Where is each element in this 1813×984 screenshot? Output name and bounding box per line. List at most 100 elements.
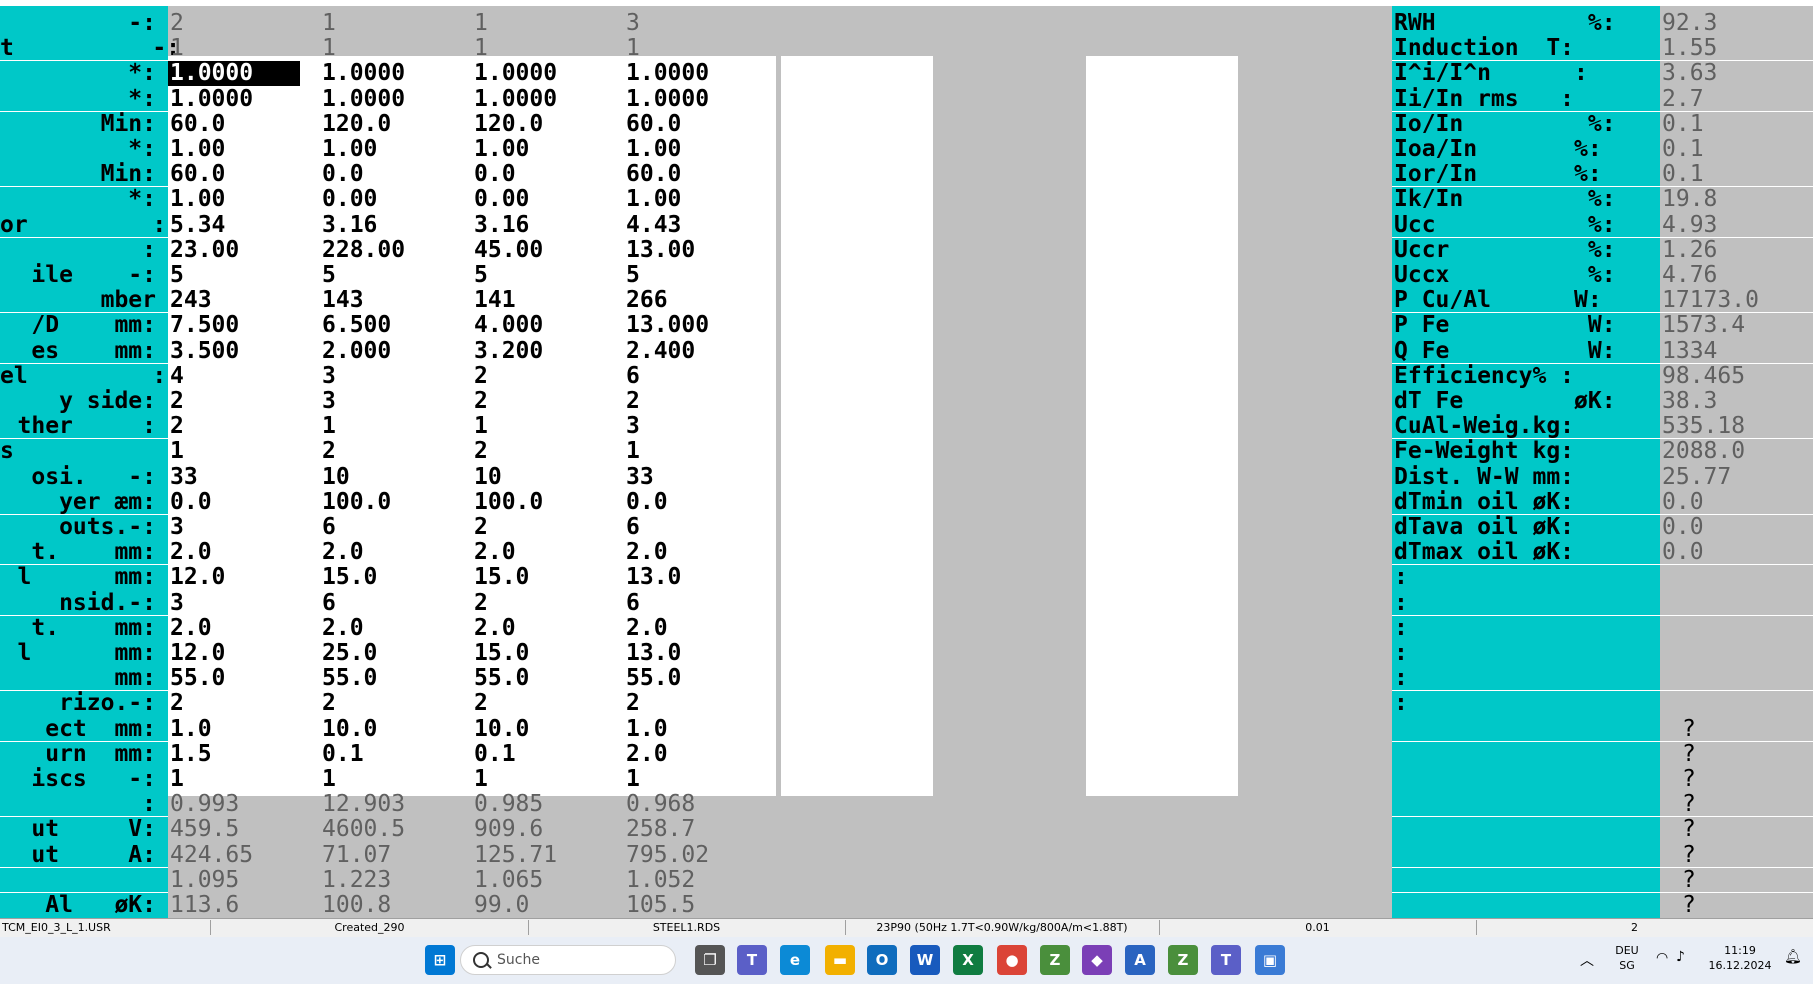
input-cell[interactable]: 60.0 — [624, 162, 776, 187]
chevron-up-icon[interactable]: ︿ — [1580, 950, 1594, 970]
input-cell[interactable]: 5 — [168, 263, 320, 288]
input-cell[interactable]: 1 — [472, 767, 624, 792]
notification-bell-icon[interactable]: 🔔︎ — [1784, 949, 1802, 965]
input-cell[interactable]: 2 — [168, 389, 320, 414]
input-cell[interactable]: 55.0 — [168, 666, 320, 691]
input-cell[interactable]: 33 — [168, 464, 320, 490]
input-cell[interactable]: 141 — [472, 288, 624, 313]
edge-icon[interactable]: e — [780, 945, 810, 975]
input-cell[interactable]: 60.0 — [168, 111, 320, 137]
input-cell[interactable]: 1.0000 — [624, 61, 776, 86]
input-cell[interactable]: 0.0 — [624, 489, 776, 515]
input-cell[interactable]: 4.43 — [624, 212, 776, 238]
input-cell[interactable]: 3.16 — [320, 212, 472, 238]
input-cell[interactable]: 2 — [168, 414, 320, 439]
input-cell[interactable]: 0.0 — [168, 489, 320, 515]
input-cell[interactable]: 2.0 — [472, 540, 624, 565]
input-cell[interactable]: 2.0 — [624, 540, 776, 565]
input-cell[interactable]: 1.0000 — [320, 86, 472, 112]
input-cell[interactable]: 0.00 — [472, 187, 624, 212]
input-cell[interactable]: 2 — [472, 691, 624, 716]
input-cell[interactable]: 25.0 — [320, 641, 472, 666]
file-explorer-icon[interactable]: ▬ — [825, 945, 855, 975]
input-cell[interactable]: 55.0 — [472, 666, 624, 691]
input-cell[interactable]: 6 — [320, 515, 472, 540]
input-cell[interactable]: 120.0 — [320, 111, 472, 137]
input-cell[interactable]: 1 — [320, 767, 472, 792]
input-cell[interactable]: 10 — [320, 464, 472, 490]
input-cell[interactable]: 0.00 — [320, 187, 472, 212]
input-cell[interactable]: 23.00 — [168, 237, 320, 263]
input-cell[interactable]: 2 — [320, 439, 472, 464]
input-cell[interactable]: 4 — [168, 363, 320, 389]
input-cell[interactable]: 2.0 — [624, 741, 776, 767]
input-cell[interactable]: 60.0 — [624, 111, 776, 137]
input-cell[interactable]: 2.0 — [320, 615, 472, 641]
input-cell[interactable]: 5 — [320, 263, 472, 288]
input-cell[interactable]: 266 — [624, 288, 776, 313]
input-cell[interactable]: 0.1 — [320, 741, 472, 767]
input-cell[interactable]: 143 — [320, 288, 472, 313]
input-cell[interactable]: 15.0 — [472, 565, 624, 590]
input-cell[interactable]: 60.0 — [168, 162, 320, 187]
input-cell[interactable]: 1.5 — [168, 741, 320, 767]
input-cell[interactable]: 6.500 — [320, 313, 472, 338]
input-cell[interactable]: 1.00 — [472, 137, 624, 162]
input-cell[interactable]: 2.0 — [320, 540, 472, 565]
windows-start-icon[interactable]: ⊞ — [425, 945, 455, 975]
input-cell[interactable]: 13.000 — [624, 313, 776, 338]
visual-studio-icon[interactable]: ◆ — [1082, 945, 1112, 975]
input-cell[interactable]: 6 — [624, 590, 776, 616]
input-cell[interactable]: 5.34 — [168, 212, 320, 238]
input-cell[interactable]: 120.0 — [472, 111, 624, 137]
input-cell[interactable]: 0.1 — [472, 741, 624, 767]
input-cell[interactable]: 3 — [168, 590, 320, 616]
input-cell[interactable]: 10.0 — [472, 716, 624, 742]
input-cell[interactable]: 4.000 — [472, 313, 624, 338]
input-cell[interactable]: 5 — [624, 263, 776, 288]
input-cell[interactable]: 15.0 — [472, 641, 624, 666]
input-cell[interactable]: 2 — [472, 439, 624, 464]
lang-bottom[interactable]: SG — [1612, 959, 1642, 972]
search-box[interactable]: Suche — [460, 945, 676, 975]
teams-2-icon[interactable]: T — [1211, 945, 1241, 975]
excel-icon[interactable]: X — [953, 945, 983, 975]
input-cell[interactable]: 2 — [320, 691, 472, 716]
input-cell[interactable]: 1.0000 — [320, 61, 472, 86]
input-cell[interactable]: 2 — [624, 691, 776, 716]
speaker-icon[interactable]: ♪ — [1676, 949, 1685, 965]
input-cell[interactable]: 3 — [168, 515, 320, 540]
input-cell[interactable]: 13.0 — [624, 565, 776, 590]
input-cell[interactable]: 1 — [320, 414, 472, 439]
a-app-icon[interactable]: A — [1125, 945, 1155, 975]
input-cell[interactable]: 6 — [320, 590, 472, 616]
input-cell[interactable]: 3.200 — [472, 338, 624, 364]
input-cell[interactable]: 13.00 — [624, 237, 776, 263]
z-app-2-icon[interactable]: Z — [1168, 945, 1198, 975]
input-cell[interactable]: 3.500 — [168, 338, 320, 364]
input-cell[interactable]: 3 — [624, 414, 776, 439]
input-cell[interactable]: 243 — [168, 288, 320, 313]
input-cell[interactable]: 2.000 — [320, 338, 472, 364]
input-cell[interactable]: 1.0 — [168, 716, 320, 742]
input-cell[interactable]: 6 — [624, 363, 776, 389]
chrome-icon[interactable]: ● — [997, 945, 1027, 975]
input-cell[interactable]: 100.0 — [320, 489, 472, 515]
active-app-icon[interactable]: ▣ — [1255, 945, 1285, 975]
outlook-icon[interactable]: O — [867, 945, 897, 975]
input-cell[interactable]: 6 — [624, 515, 776, 540]
input-cell[interactable]: 3.16 — [472, 212, 624, 238]
input-cell[interactable]: 1 — [168, 439, 320, 464]
clock-time[interactable]: 11:19 — [1700, 944, 1780, 957]
input-cell[interactable]: 12.0 — [168, 565, 320, 590]
input-cell[interactable]: 1.00 — [168, 137, 320, 162]
input-cell[interactable]: 1.00 — [168, 187, 320, 212]
input-cell[interactable]: 2.0 — [168, 540, 320, 565]
input-cell[interactable]: 55.0 — [320, 666, 472, 691]
input-cell[interactable]: 12.0 — [168, 641, 320, 666]
empty-column-7[interactable] — [1086, 56, 1238, 796]
input-cell[interactable]: 13.0 — [624, 641, 776, 666]
input-cell[interactable]: 1 — [168, 767, 320, 792]
input-cell[interactable]: 0.0 — [320, 162, 472, 187]
z-app-icon[interactable]: Z — [1040, 945, 1070, 975]
